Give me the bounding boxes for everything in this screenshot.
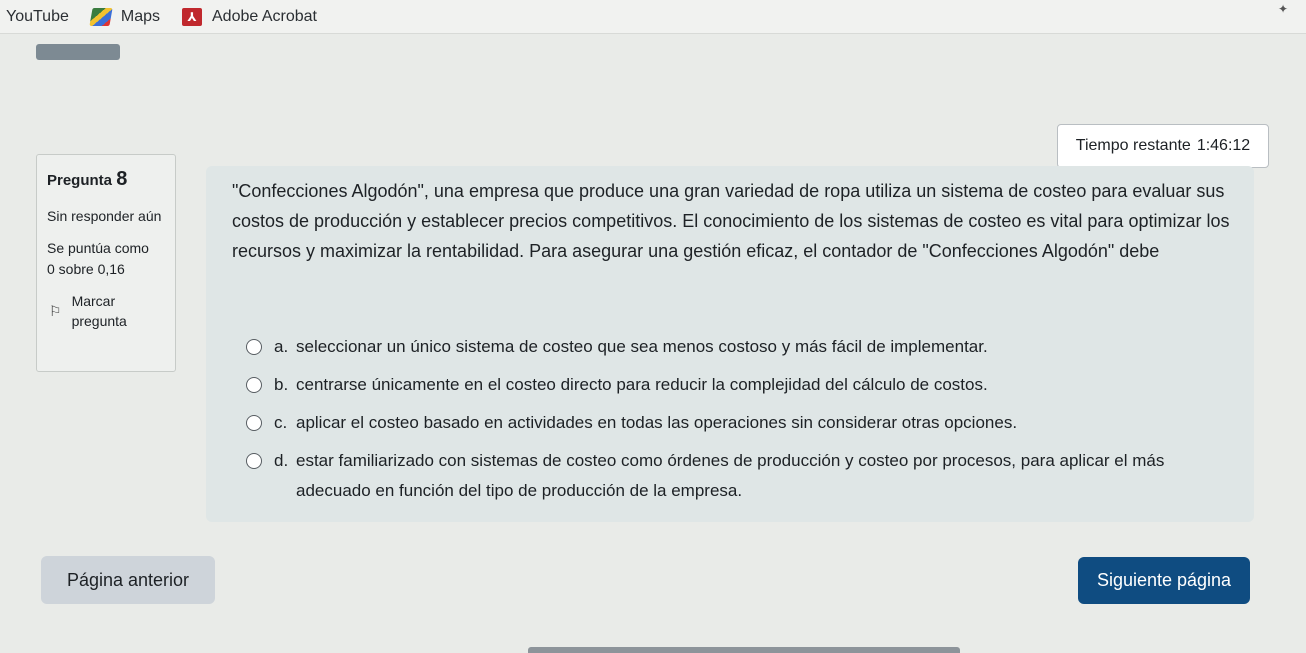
bookmark-label: Maps (120, 7, 160, 25)
bookmark-label: Adobe Acrobat (212, 7, 317, 25)
bookmark-maps[interactable]: Maps (89, 7, 160, 26)
header-tab (36, 44, 120, 60)
question-number-value: 8 (116, 168, 128, 190)
answer-letter: d. (274, 451, 289, 470)
answer-option-d[interactable]: d. estar familiarizado con sistemas de c… (246, 446, 1236, 506)
bookmark-star-icon[interactable]: ✦ (1278, 2, 1288, 16)
radio-button[interactable] (246, 453, 262, 469)
answer-letter: a. (274, 337, 289, 356)
timer-label: Tiempo restante (1075, 137, 1191, 154)
score-label: Se puntúa como (47, 240, 149, 257)
timer: Tiempo restante 1:46:12 (1057, 124, 1269, 168)
answer-list: a. seleccionar un único sistema de coste… (246, 332, 1236, 514)
radio-button[interactable] (246, 415, 262, 431)
timer-value: 1:46:12 (1196, 137, 1251, 154)
question-info-card: Pregunta 8 Sin responder aún Se puntúa c… (36, 154, 176, 372)
answer-text: seleccionar un único sistema de costeo q… (296, 337, 988, 356)
question-text: "Confecciones Algodón", una empresa que … (232, 181, 1230, 261)
answer-text: aplicar el costeo basado en actividades … (296, 413, 1018, 432)
answer-text: centrarse únicamente en el costeo direct… (296, 375, 988, 394)
answer-letter: c. (274, 413, 288, 432)
bookmark-acrobat[interactable]: ⅄ Adobe Acrobat (182, 7, 317, 26)
question-label: Pregunta (47, 172, 113, 189)
flag-icon: ⚐ (49, 303, 62, 320)
answer-text: estar familiarizado con sistemas de cost… (296, 451, 1165, 500)
bookmark-youtube[interactable]: YouTube (6, 8, 69, 26)
previous-page-button[interactable]: Página anterior (41, 556, 215, 604)
bookmarks-bar: YouTube Maps ⅄ Adobe Acrobat ✦ (0, 0, 1306, 34)
bookmark-label: YouTube (6, 7, 69, 25)
next-page-button[interactable]: Siguiente página (1078, 557, 1250, 604)
question-score: Se puntúa como 0 sobre 0,16 (47, 238, 165, 279)
answer-option-b[interactable]: b. centrarse únicamente en el costeo dir… (246, 370, 1236, 400)
flag-question-button[interactable]: ⚐ Marcar pregunta (47, 291, 165, 332)
radio-button[interactable] (246, 377, 262, 393)
acrobat-icon: ⅄ (182, 7, 202, 26)
radio-button[interactable] (246, 339, 262, 355)
score-value: 0 sobre 0,16 (47, 260, 125, 277)
answer-option-c[interactable]: c. aplicar el costeo basado en actividad… (246, 408, 1236, 438)
bottom-scroll-indicator (528, 647, 960, 653)
maps-icon (89, 7, 113, 26)
answer-option-a[interactable]: a. seleccionar un único sistema de coste… (246, 332, 1236, 362)
flag-label: Marcar pregunta (71, 292, 127, 330)
question-status: Sin responder aún (47, 208, 162, 224)
question-number: Pregunta 8 (47, 165, 165, 194)
answer-letter: b. (274, 375, 289, 394)
